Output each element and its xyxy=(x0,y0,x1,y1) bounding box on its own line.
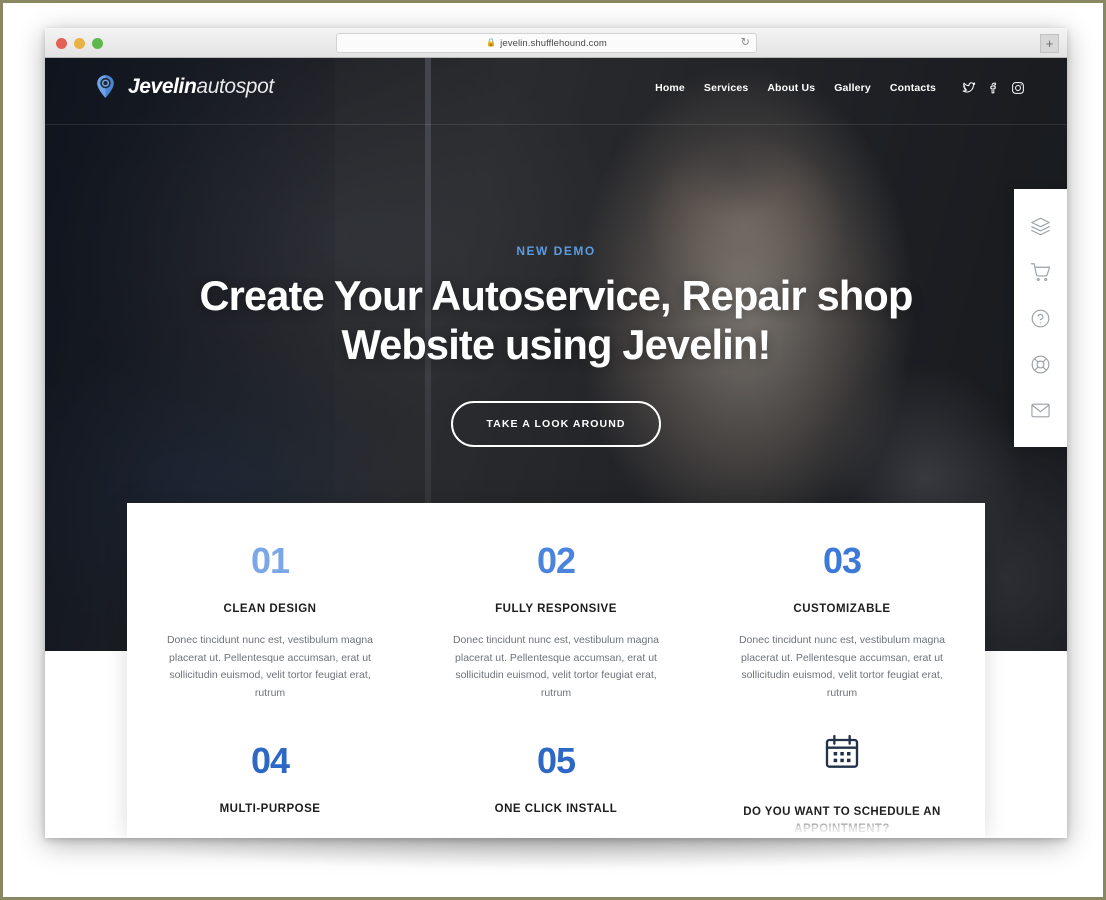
layers-icon[interactable] xyxy=(1014,203,1067,249)
feature-title: ONE CLICK INSTALL xyxy=(494,802,618,815)
feature-number: 04 xyxy=(250,739,290,781)
reload-icon[interactable]: ↻ xyxy=(741,37,750,49)
main-navigation: Home Services About Us Gallery Contacts xyxy=(655,81,1025,95)
schedule-title: DO YOU WANT TO SCHEDULE AN APPOINTMENT? xyxy=(743,805,941,836)
feature-title: MULTI-PURPOSE xyxy=(219,802,321,815)
feature-number: 05 xyxy=(536,739,576,781)
take-a-look-around-button[interactable]: TAKE A LOOK AROUND xyxy=(451,401,661,448)
calendar-icon xyxy=(725,732,959,777)
feature-card-05: 05 ONE CLICK INSTALL Donec tincidunt nun… xyxy=(413,703,699,839)
hero-content: NEW DEMO Create Your Autoservice, Repair… xyxy=(45,244,1067,448)
twitter-icon[interactable] xyxy=(962,81,976,95)
schedule-appointment-block: DO YOU WANT TO SCHEDULE AN APPOINTMENT? xyxy=(699,703,985,839)
feature-description: Donec tincidunt nunc est, vestibulum mag… xyxy=(452,634,660,699)
logo-light-text: autospot xyxy=(196,74,274,98)
logo-bold-text: Jevelin xyxy=(128,74,197,98)
map-pin-icon xyxy=(92,73,119,100)
nav-item-services[interactable]: Services xyxy=(704,82,748,94)
feature-card-03: 03 CUSTOMIZABLE Donec tincidunt nunc est… xyxy=(699,503,985,703)
maximize-window-button[interactable] xyxy=(92,38,103,49)
feature-description: Donec tincidunt nunc est, vestibulum mag… xyxy=(738,634,946,699)
feature-card-02: 02 FULLY RESPONSIVE Donec tincidunt nunc… xyxy=(413,503,699,703)
browser-window: 🔒 jevelin.shufflehound.com ↻ + Jevelinau… xyxy=(45,28,1067,838)
shopping-cart-icon[interactable] xyxy=(1014,249,1067,295)
nav-item-about-us[interactable]: About Us xyxy=(767,82,815,94)
feature-title: CUSTOMIZABLE xyxy=(793,603,891,615)
feature-number: 03 xyxy=(822,540,862,581)
feature-title: CLEAN DESIGN xyxy=(223,603,317,615)
facebook-icon[interactable] xyxy=(987,81,1000,95)
feature-description: Donec tincidunt nunc est, vestibulum mag… xyxy=(153,832,387,839)
features-row-2: 04 MULTI-PURPOSE Donec tincidunt nunc es… xyxy=(127,703,985,839)
feature-title: FULLY RESPONSIVE xyxy=(495,603,617,615)
minimize-window-button[interactable] xyxy=(74,38,85,49)
window-traffic-lights xyxy=(56,38,103,49)
browser-chrome-bar: 🔒 jevelin.shufflehound.com ↻ + xyxy=(45,28,1067,58)
instagram-icon[interactable] xyxy=(1011,81,1025,95)
help-question-icon[interactable] xyxy=(1014,295,1067,341)
side-dock xyxy=(1014,189,1067,447)
features-row-1: 01 CLEAN DESIGN Donec tincidunt nunc est… xyxy=(127,503,985,703)
social-links xyxy=(962,81,1025,95)
hero-eyebrow: NEW DEMO xyxy=(516,244,596,258)
feature-number: 02 xyxy=(536,540,576,581)
feature-description: Donec tincidunt nunc est, vestibulum mag… xyxy=(439,832,673,839)
logo-wordmark: Jevelinautospot xyxy=(128,75,274,99)
site-logo[interactable]: Jevelinautospot xyxy=(92,73,274,100)
site-header: Jevelinautospot Home Services About Us G… xyxy=(45,58,1067,125)
feature-card-04: 04 MULTI-PURPOSE Donec tincidunt nunc es… xyxy=(127,703,413,839)
feature-card-01: 01 CLEAN DESIGN Donec tincidunt nunc est… xyxy=(127,503,413,703)
close-window-button[interactable] xyxy=(56,38,67,49)
nav-item-gallery[interactable]: Gallery xyxy=(834,82,871,94)
page-viewport: Jevelinautospot Home Services About Us G… xyxy=(45,58,1067,838)
nav-item-contacts[interactable]: Contacts xyxy=(890,82,936,94)
lock-icon: 🔒 xyxy=(486,38,497,47)
hero-title: Create Your Autoservice, Repair shop Web… xyxy=(199,272,913,368)
life-ring-icon[interactable] xyxy=(1014,341,1067,387)
page-root: 🔒 jevelin.shufflehound.com ↻ + Jevelinau… xyxy=(0,0,1106,900)
envelope-icon[interactable] xyxy=(1014,387,1067,433)
new-tab-button[interactable]: + xyxy=(1040,34,1059,53)
address-bar[interactable]: 🔒 jevelin.shufflehound.com ↻ xyxy=(336,33,757,53)
nav-item-home[interactable]: Home xyxy=(655,82,685,94)
feature-description: Donec tincidunt nunc est, vestibulum mag… xyxy=(166,634,374,699)
feature-number: 01 xyxy=(250,540,290,581)
hero-cta-wrapper: TAKE A LOOK AROUND xyxy=(45,369,1067,448)
url-text: jevelin.shufflehound.com xyxy=(500,37,607,49)
features-card: 01 CLEAN DESIGN Donec tincidunt nunc est… xyxy=(127,503,985,838)
